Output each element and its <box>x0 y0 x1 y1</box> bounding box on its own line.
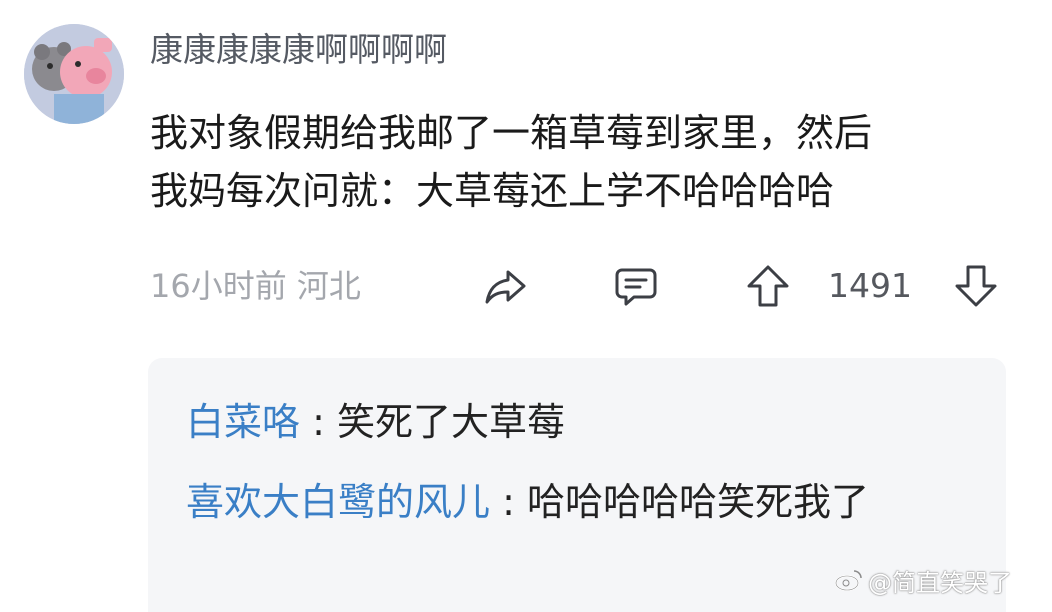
thumb-down-icon[interactable] <box>952 262 1000 310</box>
reply-text: 哈哈哈哈哈笑死我了 <box>526 480 869 524</box>
comment-location: 河北 <box>296 267 361 305</box>
reply-author[interactable]: 白菜咯 <box>186 400 300 444</box>
comment-screen: 康康康康康啊啊啊啊 我对象假期给我邮了一箱草莓到家里，然后 我妈每次问就：大草莓… <box>0 0 1052 612</box>
comment-username[interactable]: 康康康康康啊啊啊啊 <box>150 28 447 72</box>
watermark: @简直笑哭了 <box>834 566 1012 601</box>
avatar[interactable] <box>24 24 124 124</box>
reply-item[interactable]: 喜欢大白鹭的风儿 : 哈哈哈哈哈笑死我了 <box>186 474 976 530</box>
thumb-up-icon[interactable] <box>744 262 792 310</box>
comment-icon[interactable] <box>612 262 660 310</box>
reply-separator: : <box>300 400 337 444</box>
avatar-image <box>24 24 124 124</box>
reply-item[interactable]: 白菜咯 : 笑死了大草莓 <box>186 394 976 450</box>
like-count: 1491 <box>828 266 912 305</box>
comment-line: 我对象假期给我邮了一箱草莓到家里，然后 <box>150 111 873 155</box>
watermark-text: @简直笑哭了 <box>868 569 1012 597</box>
share-icon[interactable] <box>482 262 530 310</box>
comment-body: 我对象假期给我邮了一箱草莓到家里，然后 我妈每次问就：大草莓还上学不哈哈哈哈 <box>150 104 1030 220</box>
comment-meta: 16小时前 河北 <box>150 264 361 308</box>
comment-time: 16小时前 <box>150 267 287 305</box>
reply-separator: : <box>490 480 527 524</box>
reply-text: 笑死了大草莓 <box>336 400 565 444</box>
comment-line: 我妈每次问就：大草莓还上学不哈哈哈哈 <box>150 169 835 213</box>
reply-author[interactable]: 喜欢大白鹭的风儿 <box>186 480 490 524</box>
weibo-icon <box>834 567 864 601</box>
